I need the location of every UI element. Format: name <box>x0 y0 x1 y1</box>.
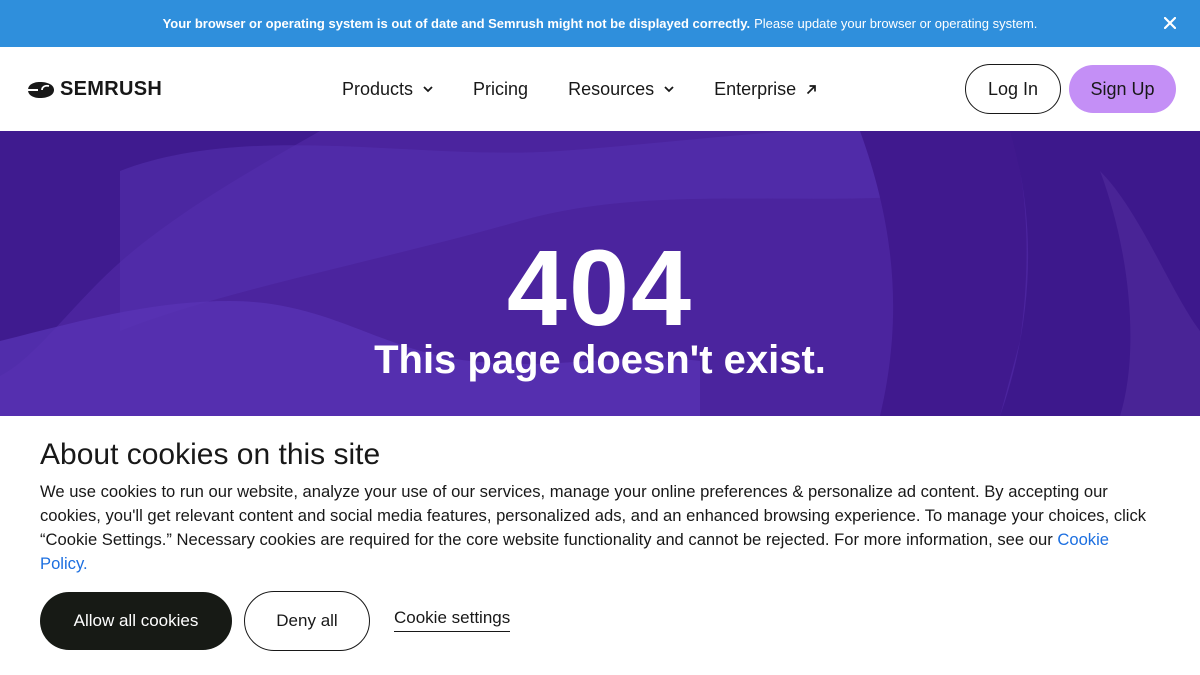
nav-products[interactable]: Products <box>342 79 433 100</box>
chevron-down-icon <box>423 85 433 93</box>
hero-404: 404 This page doesn't exist. <box>0 131 1200 416</box>
chevron-down-icon <box>664 85 674 93</box>
site-header: SEMRUSH Products Pricing Resources Enter… <box>0 47 1200 131</box>
logo-text: SEMRUSH <box>60 78 163 100</box>
allow-all-cookies-button[interactable]: Allow all cookies <box>40 592 232 650</box>
signup-button[interactable]: Sign Up <box>1069 65 1176 113</box>
nav-enterprise[interactable]: Enterprise <box>714 79 817 100</box>
external-arrow-icon <box>806 84 817 95</box>
login-button[interactable]: Log In <box>965 64 1061 114</box>
nav-resources-label: Resources <box>568 78 655 99</box>
banner-info-text: Please update your browser or operating … <box>754 16 1038 31</box>
nav-pricing-label: Pricing <box>473 78 529 99</box>
main-nav: Products Pricing Resources Enterprise <box>342 47 817 131</box>
cookie-body: We use cookies to run our website, analy… <box>40 480 1160 576</box>
nav-resources[interactable]: Resources <box>568 79 674 100</box>
error-code: 404 <box>506 227 694 348</box>
error-message: This page doesn't exist. <box>374 338 826 382</box>
nav-products-label: Products <box>342 78 414 99</box>
banner-warning-text: Your browser or operating system is out … <box>162 16 751 31</box>
semrush-logo[interactable]: SEMRUSH <box>24 78 162 101</box>
nav-enterprise-label: Enterprise <box>714 78 797 99</box>
semrush-logo-icon <box>24 81 54 98</box>
cookie-consent-panel: About cookies on this site We use cookie… <box>0 416 1200 675</box>
cookie-title: About cookies on this site <box>40 438 381 471</box>
nav-pricing[interactable]: Pricing <box>473 79 528 100</box>
close-icon[interactable] <box>1160 13 1180 33</box>
cookie-body-text: We use cookies to run our website, analy… <box>40 482 1147 549</box>
deny-all-button[interactable]: Deny all <box>244 591 370 651</box>
cookie-settings-button[interactable]: Cookie settings <box>394 608 511 632</box>
outdated-browser-banner: Your browser or operating system is out … <box>0 0 1200 47</box>
